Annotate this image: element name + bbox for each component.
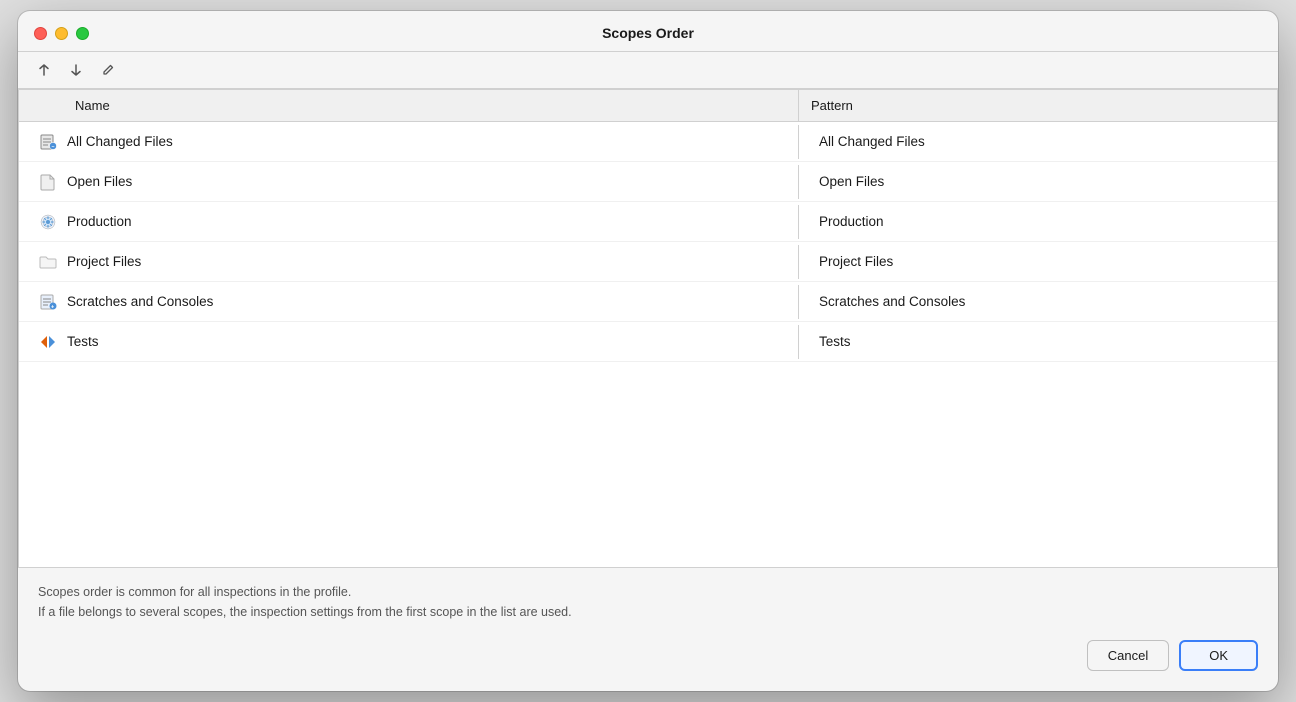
name-cell: Tests [19,325,799,359]
table-row[interactable]: Tests Tests [19,322,1277,362]
minimize-button[interactable] [55,27,68,40]
table-body: ~ All Changed FilesAll Changed Files Ope… [19,122,1277,362]
pattern-cell: Tests [799,326,1277,357]
table-header: Name Pattern [19,90,1277,122]
name-cell: Production [19,205,799,239]
pattern-cell: Open Files [799,166,1277,197]
pattern-cell: Scratches and Consoles [799,286,1277,317]
name-cell: + Scratches and Consoles [19,285,799,319]
traffic-lights [34,27,89,40]
production-icon [39,213,57,231]
name-cell: Open Files [19,165,799,199]
move-down-button[interactable] [62,58,90,82]
scope-name: Project Files [67,254,141,269]
title-bar: Scopes Order [18,11,1278,51]
table-row[interactable]: Open Files Open Files [19,162,1277,202]
ok-button[interactable]: OK [1179,640,1258,671]
scope-name: All Changed Files [67,134,173,149]
footer-line2: If a file belongs to several scopes, the… [38,602,1258,622]
scope-name: Scratches and Consoles [67,294,213,309]
scope-name: Tests [67,334,99,349]
table-row[interactable]: ~ All Changed FilesAll Changed Files [19,122,1277,162]
scopes-order-dialog: Scopes Order Name Pattern [18,11,1278,691]
move-up-button[interactable] [30,58,58,82]
table-row[interactable]: Project Files Project Files [19,242,1277,282]
name-cell: Project Files [19,245,799,279]
scope-name: Open Files [67,174,132,189]
maximize-button[interactable] [76,27,89,40]
scopes-table: Name Pattern ~ All Changed FilesAll Chan… [18,89,1278,568]
pattern-cell: Production [799,206,1277,237]
table-row[interactable]: + Scratches and ConsolesScratches and Co… [19,282,1277,322]
cancel-button[interactable]: Cancel [1087,640,1169,671]
pattern-cell: Project Files [799,246,1277,277]
scratches-icon: + [39,293,57,311]
col-name-header: Name [19,90,799,121]
changed-files-icon: ~ [39,133,57,151]
footer-text: Scopes order is common for all inspectio… [18,568,1278,630]
close-button[interactable] [34,27,47,40]
open-file-icon [39,173,57,191]
svg-text:+: + [51,304,54,310]
dialog-title: Scopes Order [602,25,694,41]
button-bar: Cancel OK [18,630,1278,691]
folder-icon [39,253,57,271]
svg-text:~: ~ [52,144,55,150]
name-cell: ~ All Changed Files [19,125,799,159]
col-pattern-header: Pattern [799,90,1277,121]
scope-name: Production [67,214,132,229]
tests-icon [39,333,57,351]
edit-button[interactable] [94,58,122,82]
footer-line1: Scopes order is common for all inspectio… [38,582,1258,602]
table-row[interactable]: Production Production [19,202,1277,242]
pattern-cell: All Changed Files [799,126,1277,157]
toolbar [18,51,1278,89]
